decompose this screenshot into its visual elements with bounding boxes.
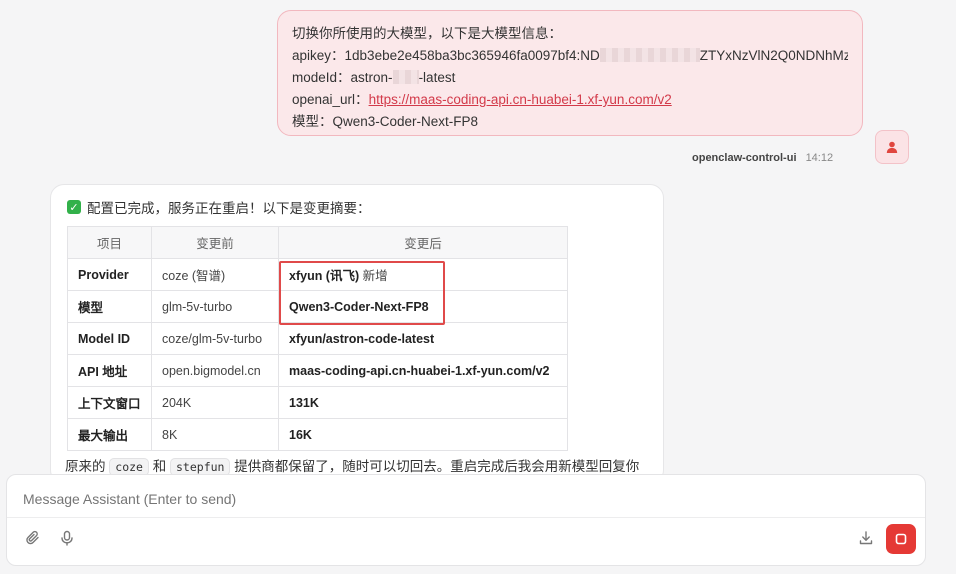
sender-name: openclaw-control-ui xyxy=(692,152,797,164)
row-after: Qwen3-Coder-Next-FP8 xyxy=(278,290,568,323)
message-meta: openclaw-control-ui 14:12 xyxy=(692,152,833,164)
row-after-value: xfyun (讯飞) xyxy=(289,269,360,283)
message-input[interactable] xyxy=(21,490,885,508)
model-label: 模型： xyxy=(292,114,333,129)
apikey-end: ZTYxNzVlN2Q0NDNhMzFk xyxy=(699,48,848,63)
attach-button[interactable] xyxy=(22,527,44,549)
footer-mid: 和 xyxy=(152,459,167,474)
openai-url-link[interactable]: https://maas-coding-api.cn-huabei-1.xf-y… xyxy=(369,92,672,107)
openai-url-label: openai_url： xyxy=(292,92,369,107)
header-after: 变更后 xyxy=(278,226,568,259)
stop-button[interactable] xyxy=(886,524,916,554)
row-before: 8K xyxy=(151,418,279,451)
apikey-start: 1db3ebe2e458ba3bc365946fa0097bf4:ND xyxy=(344,48,600,63)
footer-suffix: 提供商都保留了，随时可以切回去。重启完成后我会用新模型回复你 xyxy=(234,459,640,474)
model-value: Qwen3-Coder-Next-FP8 xyxy=(332,114,479,129)
row-after: 131K xyxy=(278,386,568,419)
table-row: 上下文窗口 204K 131K xyxy=(67,386,568,419)
modelid-line: modeId：astron- -latest xyxy=(292,67,848,89)
table-header-row: 项目 变更前 变更后 xyxy=(67,226,568,259)
assistant-message-bubble: ✓ 配置已完成，服务正在重启！以下是变更摘要： 项目 变更前 变更后 Provi… xyxy=(50,184,664,484)
table-row: Provider coze (智谱) xfyun (讯飞) 新增 xyxy=(67,258,568,291)
row-item: Model ID xyxy=(67,322,152,355)
row-item: Provider xyxy=(67,258,152,291)
row-before: 204K xyxy=(151,386,279,419)
download-button[interactable] xyxy=(855,527,877,549)
footer-prefix: 原来的 xyxy=(65,459,106,474)
row-after: 16K xyxy=(278,418,568,451)
row-before: glm-5v-turbo xyxy=(151,290,279,323)
row-after: xfyun (讯飞) 新增 xyxy=(278,258,568,291)
modelid-end: -latest xyxy=(418,70,456,85)
header-item: 项目 xyxy=(67,226,152,259)
row-item: 模型 xyxy=(67,290,152,323)
redacted-block xyxy=(392,70,419,84)
row-item: API 地址 xyxy=(67,354,152,387)
apikey-line: apikey：1db3ebe2e458ba3bc365946fa0097bf4:… xyxy=(292,45,848,67)
stop-icon xyxy=(895,533,907,545)
header-before: 变更前 xyxy=(151,226,279,259)
table-row: API 地址 open.bigmodel.cn maas-coding-api.… xyxy=(67,354,568,387)
user-message-bubble: 切换你所使用的大模型，以下是大模型信息： apikey：1db3ebe2e458… xyxy=(277,10,863,136)
apikey-label: apikey： xyxy=(292,48,345,63)
user-avatar xyxy=(875,130,909,164)
changes-table: 项目 变更前 变更后 Provider coze (智谱) xfyun (讯飞)… xyxy=(67,226,568,451)
microphone-icon xyxy=(61,530,73,546)
row-after: xfyun/astron-code-latest xyxy=(278,322,568,355)
modelid-label: modeId： xyxy=(292,70,351,85)
download-icon xyxy=(859,531,873,545)
user-message-line: 切换你所使用的大模型，以下是大模型信息： xyxy=(292,26,562,41)
row-before: open.bigmodel.cn xyxy=(151,354,279,387)
modelid-start: astron- xyxy=(350,70,393,85)
table-row: 模型 glm-5v-turbo Qwen3-Coder-Next-FP8 xyxy=(67,290,568,323)
table-row: Model ID coze/glm-5v-turbo xfyun/astron-… xyxy=(67,322,568,355)
assistant-footer-text: 原来的 coze 和 stepfun 提供商都保留了，随时可以切回去。重启完成后… xyxy=(65,455,640,476)
message-time: 14:12 xyxy=(805,152,834,164)
row-item: 最大输出 xyxy=(67,418,152,451)
heading-text: 配置已完成，服务正在重启！以下是变更摘要： xyxy=(87,201,371,216)
model-line: 模型：Qwen3-Coder-Next-FP8 xyxy=(292,111,848,133)
composer-divider xyxy=(7,517,925,518)
openai-url-line: openai_url：https://maas-coding-api.cn-hu… xyxy=(292,89,848,111)
new-tag: 新增 xyxy=(359,269,388,283)
user-icon xyxy=(886,141,898,153)
table-row: 最大输出 8K 16K xyxy=(67,418,568,451)
paperclip-icon xyxy=(26,530,39,545)
assistant-heading: ✓ 配置已完成，服务正在重启！以下是变更摘要： xyxy=(67,197,371,217)
check-icon: ✓ xyxy=(67,200,81,214)
voice-input-button[interactable] xyxy=(56,527,78,549)
row-item: 上下文窗口 xyxy=(67,386,152,419)
row-before: coze/glm-5v-turbo xyxy=(151,322,279,355)
redacted-block xyxy=(599,48,700,62)
row-before: coze (智谱) xyxy=(151,258,279,291)
message-composer xyxy=(6,474,926,566)
row-after: maas-coding-api.cn-huabei-1.xf-yun.com/v… xyxy=(278,354,568,387)
